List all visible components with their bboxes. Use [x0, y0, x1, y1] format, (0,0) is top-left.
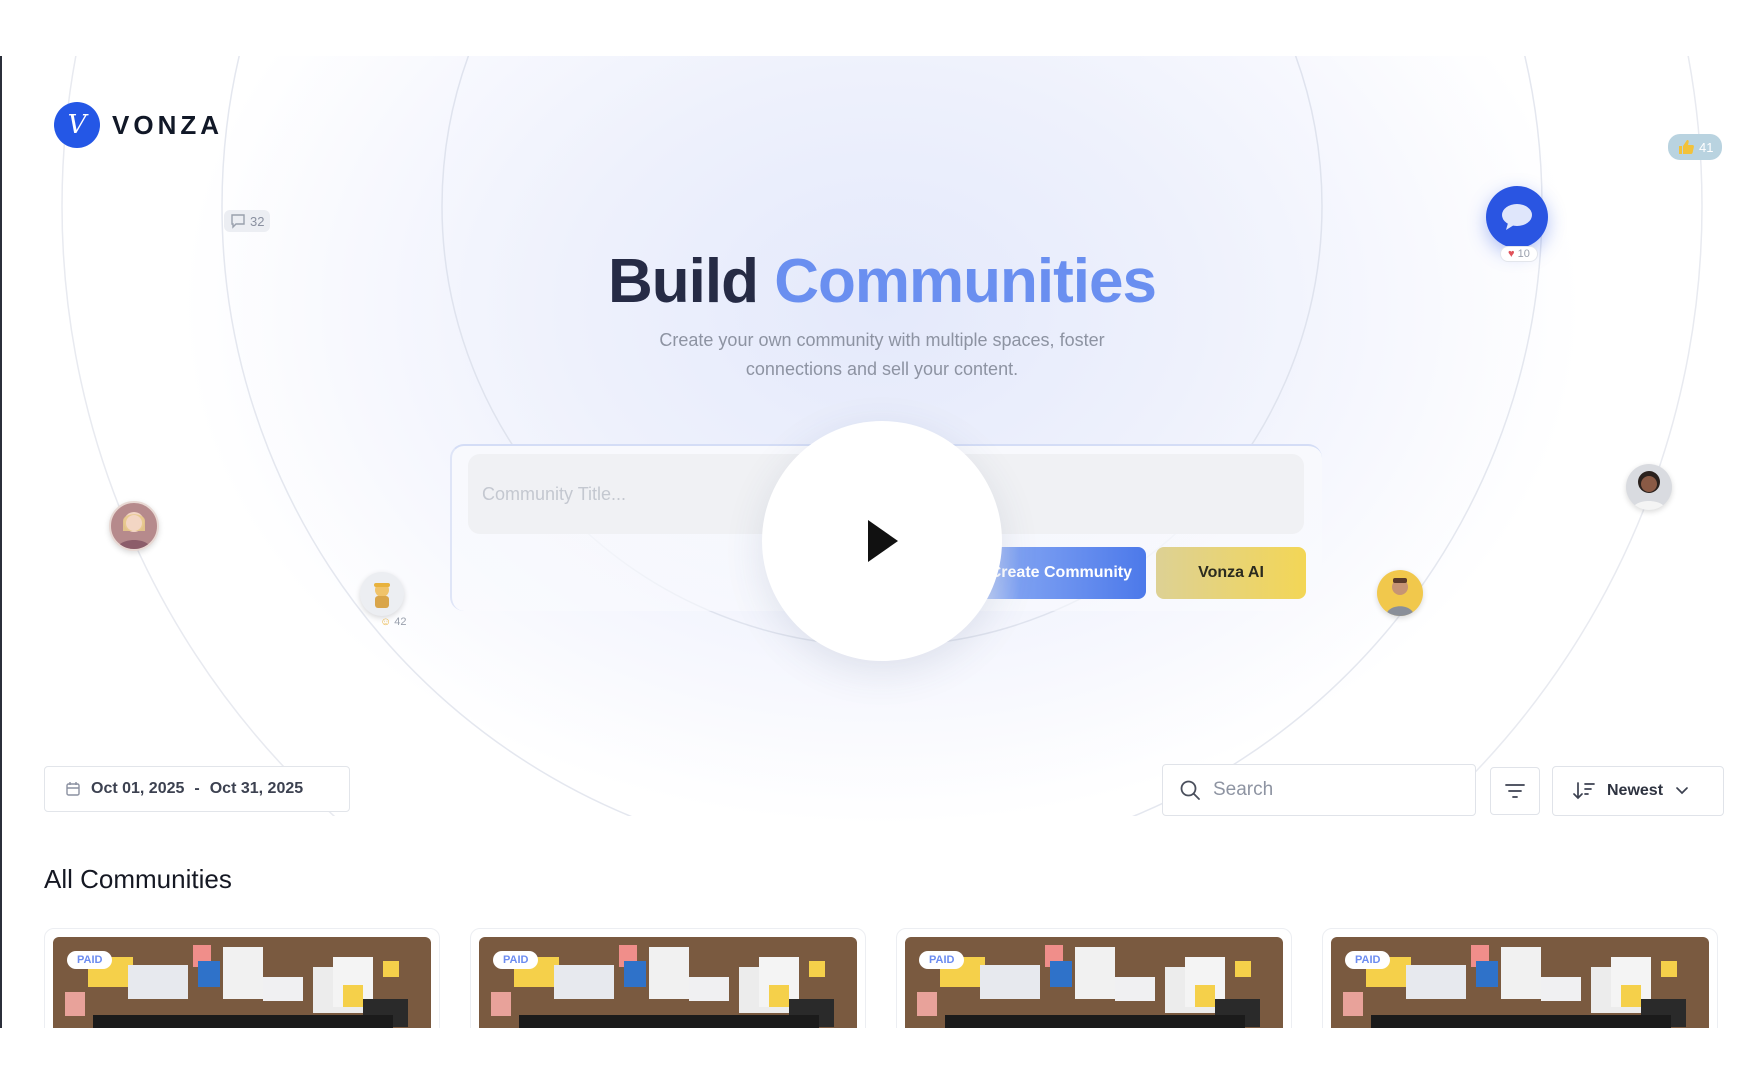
hero-title-accent: Communities — [774, 247, 1157, 316]
like-count: 41 — [1699, 139, 1714, 155]
comment-count-chip: 32 — [224, 210, 271, 232]
community-thumbnail: PAID — [53, 937, 431, 1028]
sort-icon — [1573, 782, 1595, 800]
play-video-button[interactable] — [762, 421, 1002, 661]
avatar — [360, 572, 404, 616]
brand-name: VONZA — [112, 109, 223, 140]
play-icon — [868, 520, 898, 562]
sort-label: Newest — [1607, 782, 1664, 799]
search-box — [1162, 764, 1476, 816]
paid-badge: PAID — [67, 951, 113, 969]
calendar-icon — [66, 782, 80, 796]
logo-mark: V — [54, 102, 100, 148]
chat-bubble — [1486, 186, 1548, 248]
date-end: Oct 31, 2025 — [209, 780, 304, 797]
search-input[interactable] — [1211, 778, 1455, 802]
date-start: Oct 01, 2025 — [91, 780, 185, 797]
app-frame: V VONZA 32 41 ♥ 10 ☺ 42 Build Communitie… — [0, 56, 1760, 1028]
comment-icon — [231, 214, 245, 229]
community-cards: PAID PAID PAID PAID — [44, 928, 1724, 1028]
avatar — [1377, 570, 1423, 616]
comment-count: 32 — [250, 213, 265, 229]
filter-icon — [1505, 784, 1525, 798]
community-thumbnail: PAID — [479, 937, 857, 1028]
emoji-reaction: ☺ 42 — [380, 616, 407, 628]
community-thumbnail: PAID — [905, 937, 1283, 1028]
community-card[interactable]: PAID — [470, 928, 866, 1028]
hero-title-plain: Build — [608, 247, 759, 316]
smile-icon: ☺ — [380, 616, 392, 628]
hero-title: Build Communities — [2, 246, 1760, 317]
search-icon — [1180, 780, 1200, 800]
section-title: All Communities — [44, 864, 232, 894]
emoji-count: 42 — [394, 616, 407, 628]
thumbs-up-icon — [1679, 140, 1694, 154]
community-card[interactable]: PAID — [896, 928, 1292, 1028]
community-card[interactable]: PAID — [44, 928, 440, 1028]
avatar — [1626, 464, 1672, 510]
vonza-ai-button[interactable]: Vonza AI — [1156, 547, 1306, 599]
bottom-margin — [0, 1028, 1760, 1084]
paid-badge: PAID — [919, 951, 965, 969]
date-range-picker[interactable]: Oct 01, 2025 - Oct 31, 2025 — [44, 766, 350, 812]
filter-button[interactable] — [1490, 767, 1540, 815]
community-card[interactable]: PAID — [1322, 928, 1718, 1028]
avatar — [109, 501, 159, 551]
paid-badge: PAID — [493, 951, 539, 969]
like-count-chip: 41 — [1668, 134, 1723, 160]
chevron-down-icon — [1676, 787, 1688, 795]
date-separator: - — [194, 780, 200, 797]
hero-subtitle: Create your own community with multiple … — [659, 330, 1105, 379]
community-thumbnail: PAID — [1331, 937, 1709, 1028]
paid-badge: PAID — [1345, 951, 1391, 969]
brand-logo[interactable]: V VONZA — [54, 102, 223, 148]
chat-bubble-icon — [1502, 204, 1532, 230]
sort-dropdown[interactable]: Newest — [1552, 766, 1724, 816]
